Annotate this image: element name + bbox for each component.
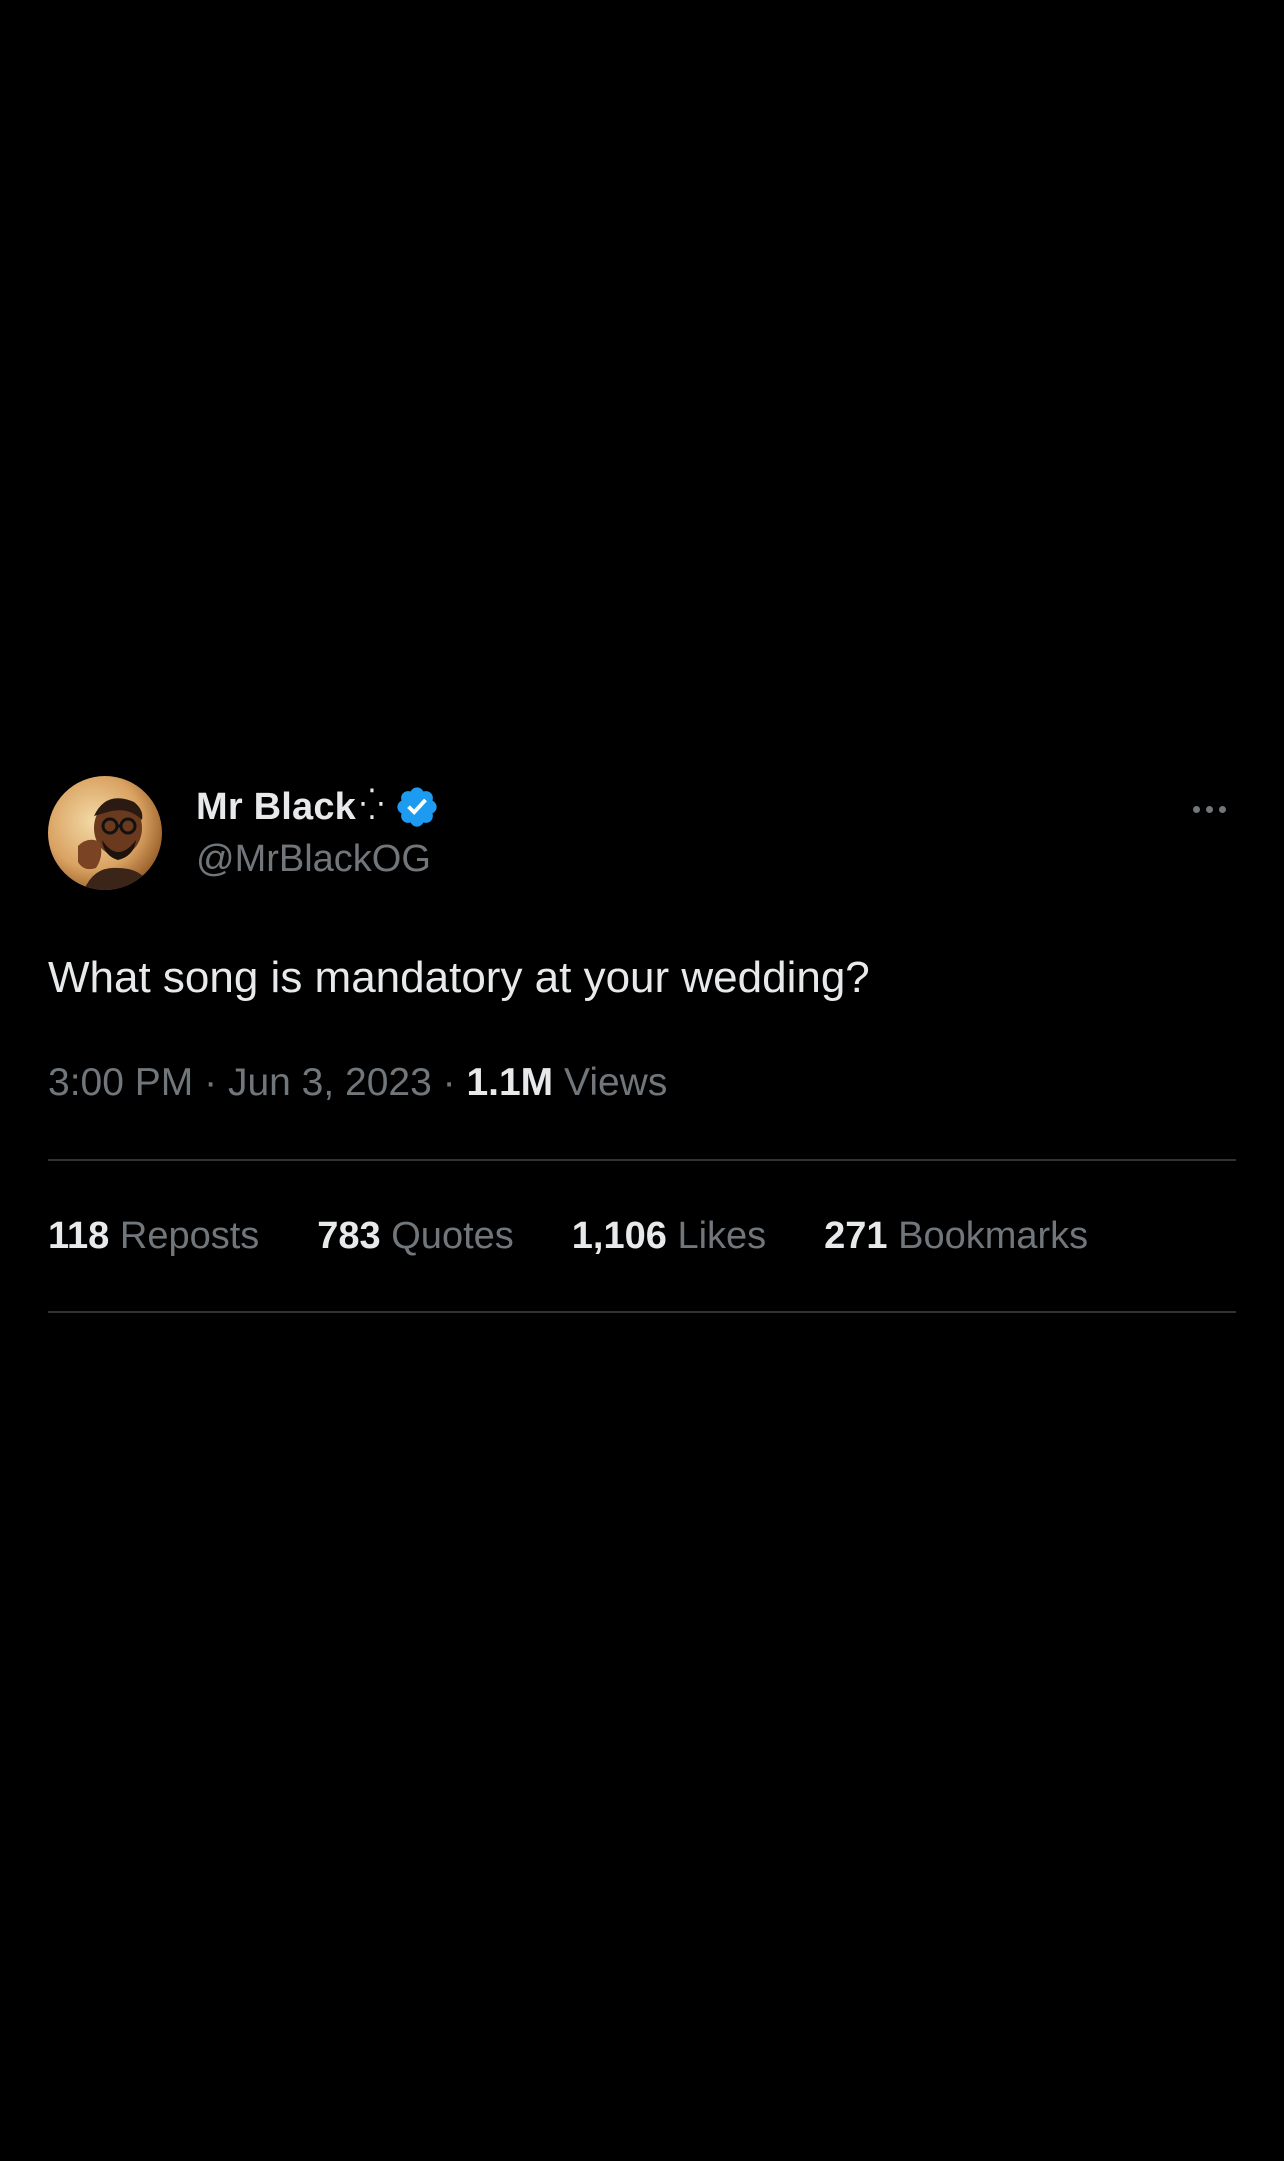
- stat-label: Reposts: [119, 1214, 260, 1257]
- engagement-stats: 118 Reposts 783 Quotes 1,106 Likes 271 B…: [48, 1161, 1236, 1311]
- tweet-header: Mr Black ⁛ @MrBlackOG: [48, 776, 1236, 892]
- views-label: Views: [564, 1061, 668, 1104]
- display-name-row: Mr Black ⁛: [196, 782, 440, 832]
- stat-label: Quotes: [391, 1214, 514, 1257]
- stat-count: 271: [824, 1214, 888, 1257]
- more-horizontal-icon-dot: [1205, 805, 1213, 813]
- author-display-name[interactable]: Mr Black: [196, 786, 356, 829]
- divider: [48, 1311, 1236, 1313]
- avatar-image: [48, 776, 162, 890]
- stat-quotes[interactable]: 783 Quotes: [317, 1215, 514, 1258]
- stat-bookmarks[interactable]: 271 Bookmarks: [824, 1215, 1088, 1258]
- avatar[interactable]: [48, 776, 162, 890]
- more-options-button[interactable]: [1182, 794, 1236, 824]
- more-horizontal-icon: [1192, 805, 1200, 813]
- stat-likes[interactable]: 1,106 Likes: [572, 1215, 766, 1258]
- meta-separator: ·: [204, 1061, 218, 1104]
- tweet-time[interactable]: 3:00 PM: [48, 1061, 193, 1104]
- stat-label: Likes: [677, 1214, 767, 1257]
- meta-separator: ·: [442, 1061, 456, 1104]
- more-horizontal-icon-dot: [1218, 805, 1226, 813]
- author-names: Mr Black ⁛ @MrBlackOG: [196, 782, 440, 881]
- tweet-meta: 3:00 PM · Jun 3, 2023 · 1.1M Views: [48, 1061, 1236, 1105]
- stat-count: 783: [317, 1214, 381, 1257]
- stat-label: Bookmarks: [898, 1214, 1089, 1257]
- author-handle[interactable]: @MrBlackOG: [196, 838, 440, 881]
- stat-count: 1,106: [571, 1214, 667, 1257]
- stat-reposts[interactable]: 118 Reposts: [48, 1215, 259, 1258]
- verified-badge-icon[interactable]: [394, 784, 440, 830]
- tweet-text: What song is mandatory at your wedding?: [48, 953, 870, 1002]
- name-decoration: ⁛: [360, 788, 384, 822]
- tweet: Mr Black ⁛ @MrBlackOG What song is manda…: [48, 776, 1236, 1313]
- page: Mr Black ⁛ @MrBlackOG What song is manda…: [0, 0, 1284, 2161]
- views-count: 1.1M: [466, 1061, 554, 1104]
- tweet-date[interactable]: Jun 3, 2023: [228, 1061, 432, 1104]
- stat-count: 118: [48, 1214, 110, 1257]
